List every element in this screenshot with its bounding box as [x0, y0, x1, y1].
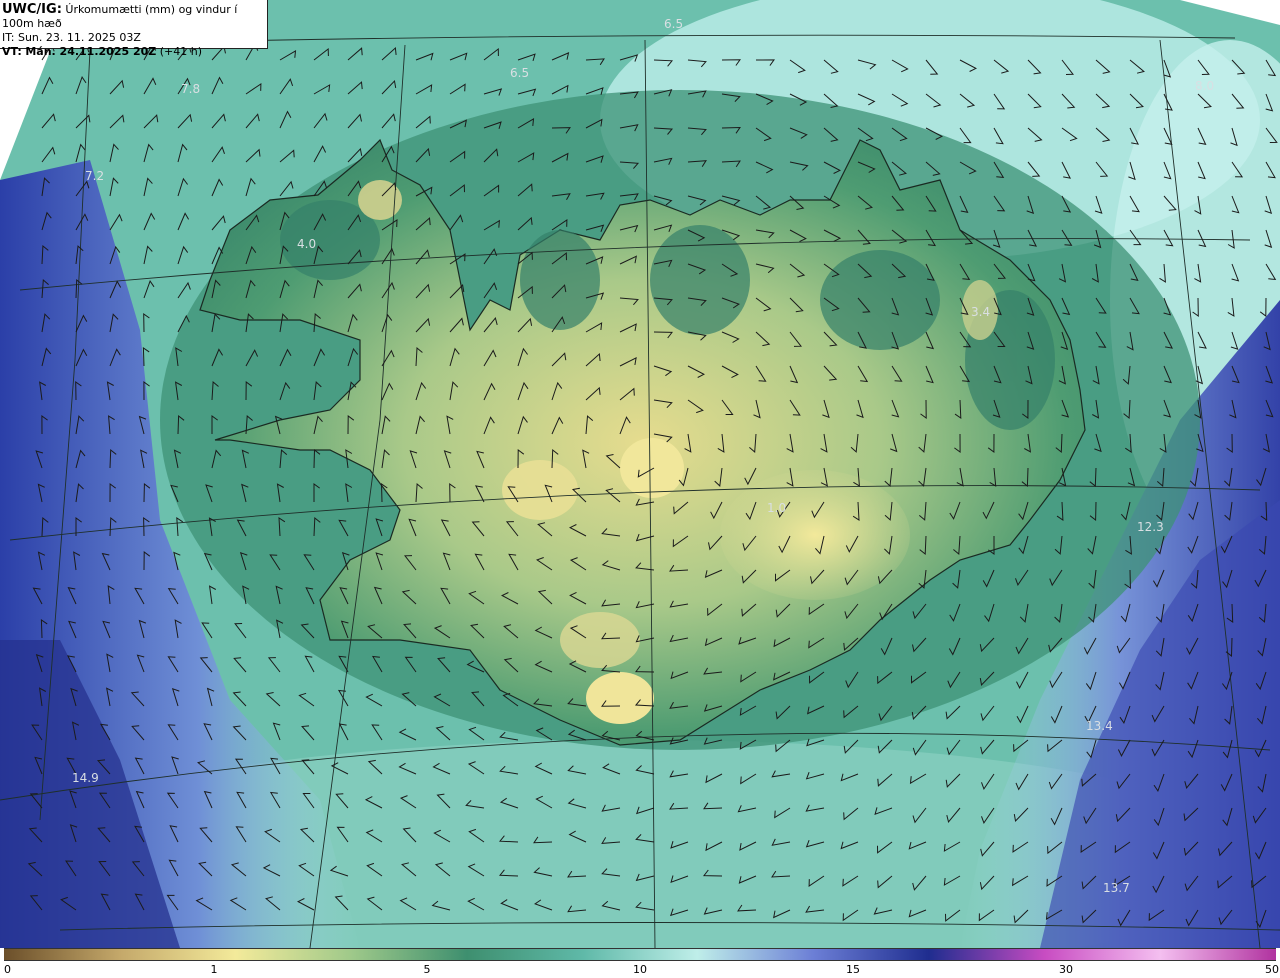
value-label: 6.5	[664, 17, 684, 31]
colorbar-tick: 50	[1265, 963, 1279, 976]
value-label: 14.9	[72, 771, 99, 785]
value-label: 13.7	[1103, 881, 1130, 895]
colorbar-strip	[4, 948, 1276, 961]
map-area: UWC/IG: Úrkomumætti (mm) og vindur í 100…	[0, 0, 1280, 948]
value-label: 6.5	[510, 66, 530, 80]
colorbar-tick: 30	[1059, 963, 1073, 976]
product-name: UWC/IG:	[2, 2, 62, 17]
hofsjokull	[620, 438, 684, 498]
eyjafjallajokull	[560, 612, 640, 668]
colorbar-tick: 15	[846, 963, 860, 976]
valid-time: Mán. 24.11.2025 20Z	[25, 45, 157, 58]
value-label: 12.3	[1137, 520, 1164, 534]
precipitation-map	[0, 0, 1280, 948]
value-label: 7.2	[85, 169, 105, 183]
colorbar: 0 1 5 10 15 30 50	[0, 948, 1280, 978]
value-label: 4.0	[297, 237, 317, 251]
langjokull	[502, 460, 578, 520]
value-label: 8.0	[1195, 79, 1215, 93]
colorbar-tick: 5	[423, 963, 431, 976]
value-label: 13.4	[1086, 719, 1113, 733]
colorbar-tick: 1	[210, 963, 218, 976]
myrdalsjokull	[586, 672, 654, 724]
value-label: 3.4	[971, 305, 991, 319]
value-label: 7.8	[181, 82, 201, 96]
colorbar-tick: 0	[4, 963, 11, 976]
title-line: UWC/IG: Úrkomumætti (mm) og vindur í 100…	[2, 3, 263, 31]
initial-time: IT: Sun. 23. 11. 2025 03Z	[2, 31, 141, 44]
value-label: 1.0	[767, 501, 787, 515]
valid-time-line: VT: Mán. 24.11.2025 20Z (+41 h)	[2, 45, 263, 59]
info-box: UWC/IG: Úrkomumætti (mm) og vindur í 100…	[0, 0, 268, 58]
colorbar-tick: 10	[633, 963, 647, 976]
lead-time: (+41 h)	[159, 45, 203, 58]
valid-label: VT:	[2, 45, 22, 58]
